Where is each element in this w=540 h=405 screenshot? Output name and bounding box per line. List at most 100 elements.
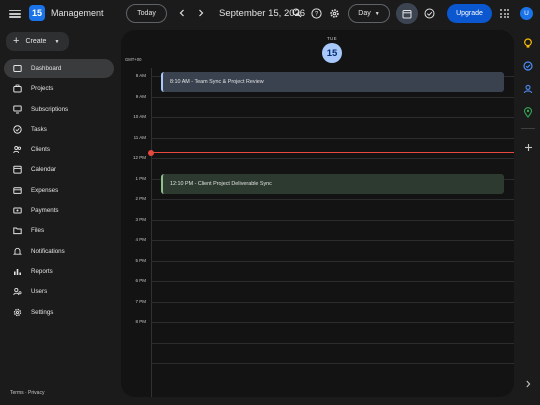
app-logo: 15 <box>29 5 45 21</box>
hour-gridline <box>151 137 514 139</box>
calendar-icon <box>402 9 412 18</box>
chevron-right-icon[interactable] <box>195 7 207 19</box>
bar-chart-icon <box>13 267 22 276</box>
sidebar-item-label: Files <box>31 227 45 235</box>
day-number-badge[interactable]: 15 <box>322 43 342 63</box>
hour-label: 2 PM <box>135 196 146 201</box>
maps-icon[interactable] <box>522 106 534 118</box>
folder-icon <box>13 226 22 235</box>
hour-gridline <box>151 199 514 200</box>
sidebar-item-label: Clients <box>31 146 50 154</box>
day-of-week: TUE <box>327 36 337 41</box>
sidebar-nav: Dashboard Projects Subscriptions Tasks C… <box>4 59 114 323</box>
calendar-icon <box>13 165 22 175</box>
sidebar-item-dashboard[interactable]: Dashboard <box>4 59 114 78</box>
hour-label: 10 AM <box>133 114 146 119</box>
rail-divider <box>521 128 535 129</box>
add-icon[interactable] <box>522 141 534 153</box>
sidebar-item-subscriptions[interactable]: Subscriptions <box>4 100 114 119</box>
contacts-icon[interactable] <box>522 83 534 95</box>
day-header: TUE 15 GMT+00 <box>121 30 514 68</box>
sidebar-item-reports[interactable]: Reports <box>4 262 114 281</box>
hour-gridline <box>151 96 514 98</box>
sidebar-item-label: Expenses <box>31 186 59 194</box>
time-grid[interactable]: 8 AM 9 AM 10 AM 11 AM 12 PM 1 PM 2 PM 3 PM 4 PM 5… <box>121 68 514 397</box>
calendar-view-toggle[interactable] <box>396 3 418 24</box>
chevron-left-icon[interactable] <box>176 7 188 19</box>
sidebar-item-users[interactable]: Users <box>4 282 114 301</box>
hour-label: 7 PM <box>135 298 146 304</box>
sidebar-item-notifications[interactable]: Notifications <box>4 242 114 261</box>
plus-icon: + <box>13 35 20 47</box>
day-view-panel: TUE 15 GMT+00 8 AM 9 AM 10 AM 11 AM 12 PM 1 P… <box>121 30 514 397</box>
payments-icon <box>13 206 22 215</box>
hour-gridline <box>151 301 514 303</box>
calendar-event[interactable]: 8:10 AM - Team Sync & Project Review <box>161 72 504 92</box>
timezone-label: GMT+00 <box>125 57 142 62</box>
check-circle-icon <box>13 125 22 134</box>
help-icon[interactable]: ? <box>309 6 323 20</box>
caret-down-icon: ▼ <box>54 38 60 45</box>
hour-gridline <box>151 219 514 221</box>
tasks-icon[interactable] <box>522 60 534 72</box>
sidebar-item-clients[interactable]: Clients <box>4 140 114 159</box>
search-icon[interactable] <box>290 6 304 20</box>
hour-label: 4 PM <box>135 237 146 242</box>
briefcase-icon <box>13 84 22 93</box>
hour-gridline <box>151 281 514 282</box>
hour-gridline <box>151 158 514 159</box>
sidebar-item-label: Payments <box>31 207 59 215</box>
app-root: 15 Management Today September 15, 2026 ?… <box>0 0 540 405</box>
sidebar-item-label: Tasks <box>31 125 47 133</box>
users-icon <box>13 287 22 296</box>
create-label: Create <box>25 38 47 45</box>
hour-label: 8 PM <box>135 319 146 324</box>
hour-gridline <box>151 117 514 118</box>
hour-gridline <box>151 260 514 262</box>
sidebar-item-label: Calendar <box>31 166 57 174</box>
today-button[interactable]: Today <box>126 4 167 23</box>
keep-icon[interactable] <box>522 37 534 49</box>
apps-grid-icon[interactable] <box>500 9 509 18</box>
sidebar-item-payments[interactable]: Payments <box>4 201 114 220</box>
wallet-icon <box>13 186 22 195</box>
hour-gridline <box>151 322 514 323</box>
hour-label: 1 PM <box>135 175 146 181</box>
sidebar-item-label: Projects <box>31 85 54 93</box>
dashboard-icon <box>13 64 22 73</box>
hour-label: 11 AM <box>133 134 146 140</box>
terms-privacy-link[interactable]: Terms · Privacy <box>10 390 44 396</box>
hour-gridline <box>151 240 514 241</box>
sidebar-item-label: Reports <box>31 267 53 275</box>
hour-gridline <box>151 363 514 364</box>
sidebar-item-tasks[interactable]: Tasks <box>4 120 114 139</box>
view-select[interactable]: Day ▼ <box>348 4 390 23</box>
hour-label: 8 AM <box>135 73 146 78</box>
hour-label: 6 PM <box>135 278 146 283</box>
sidebar-item-projects[interactable]: Projects <box>4 79 114 98</box>
sidebar-item-calendar[interactable]: Calendar <box>4 160 114 179</box>
hour-label: 9 AM <box>135 93 146 99</box>
view-select-label: Day <box>358 10 371 17</box>
people-icon <box>13 145 22 154</box>
calendar-event[interactable]: 12:10 PM - Client Project Deliverable Sy… <box>161 174 504 194</box>
sidebar-item-files[interactable]: Files <box>4 221 114 240</box>
tasks-view-toggle[interactable] <box>418 3 440 24</box>
app-title: Management <box>51 8 104 18</box>
current-time-dot <box>148 149 154 156</box>
sidebar-item-label: Notifications <box>31 247 65 255</box>
expand-icon[interactable] <box>522 378 534 390</box>
menu-icon[interactable] <box>9 8 21 20</box>
sidebar-item-expenses[interactable]: Expenses <box>4 181 114 200</box>
hour-label: 12 PM <box>132 155 146 160</box>
gear-icon[interactable] <box>327 6 341 20</box>
hour-gridline <box>151 342 514 344</box>
sidebar-item-label: Settings <box>31 308 54 316</box>
gear-icon <box>13 308 22 317</box>
create-button[interactable]: + Create ▼ <box>6 32 69 51</box>
hour-label: 5 PM <box>135 257 146 263</box>
caret-down-icon: ▼ <box>374 10 380 17</box>
upgrade-button[interactable]: Upgrade <box>447 4 492 23</box>
avatar[interactable]: U <box>520 7 533 20</box>
sidebar-item-settings[interactable]: Settings <box>4 303 114 322</box>
